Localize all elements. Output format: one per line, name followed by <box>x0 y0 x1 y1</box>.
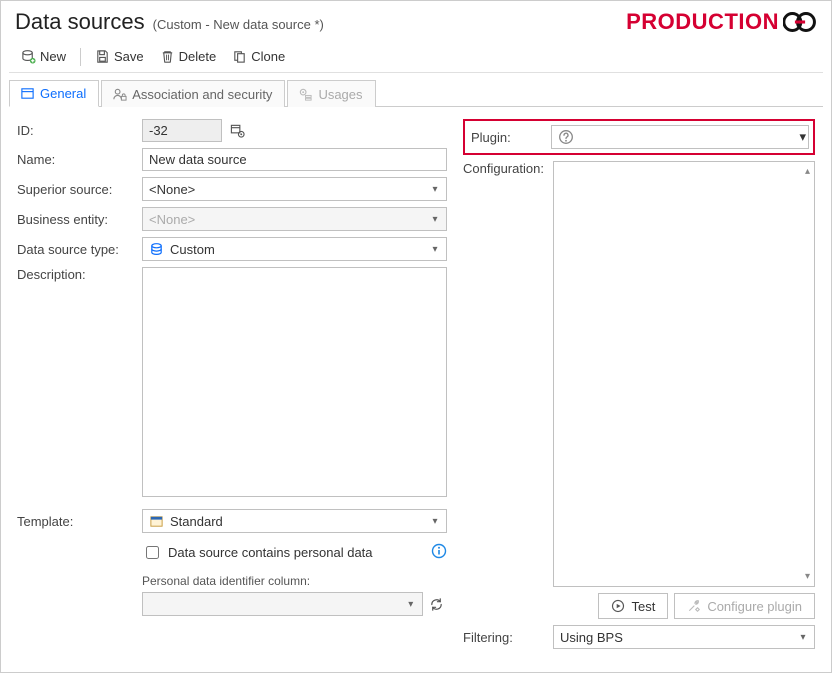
tools-icon <box>687 599 701 613</box>
id-label: ID: <box>17 123 142 138</box>
tab-association[interactable]: Association and security <box>101 80 285 107</box>
trash-icon <box>160 49 175 64</box>
personal-data-label: Data source contains personal data <box>168 545 373 560</box>
database-new-icon <box>21 49 36 64</box>
filter-combo[interactable]: Using BPS ▾ <box>553 625 815 649</box>
left-column: ID: Name: Superior source: <None> ▾ Busi… <box>17 119 447 655</box>
toolbar: New Save Delete Clone <box>9 43 823 73</box>
refresh-button[interactable] <box>427 593 447 615</box>
plugin-label: Plugin: <box>471 130 551 145</box>
tab-general[interactable]: General <box>9 80 99 107</box>
page-title: Data sources <box>15 9 145 35</box>
environment-badge: PRODUCTION <box>626 9 779 35</box>
chevron-down-icon: ▾ <box>402 599 420 610</box>
plugin-row-highlight: Plugin: ▾ <box>463 119 815 155</box>
play-icon <box>611 599 625 613</box>
save-icon <box>95 49 110 64</box>
template-icon <box>149 514 164 529</box>
name-label: Name: <box>17 152 142 167</box>
desc-label: Description: <box>17 267 142 282</box>
form-area: ID: Name: Superior source: <None> ▾ Busi… <box>9 107 823 663</box>
page-subtitle: (Custom - New data source *) <box>153 17 324 32</box>
chevron-down-icon: ▾ <box>794 632 812 643</box>
chevron-down-icon: ▾ <box>426 214 444 225</box>
entity-combo: <None> ▾ <box>142 207 447 231</box>
save-button[interactable]: Save <box>89 47 150 66</box>
chevron-down-icon: ▾ <box>426 516 444 527</box>
description-field[interactable] <box>142 267 447 497</box>
gear-layers-icon <box>298 87 313 102</box>
superior-combo[interactable]: <None> ▾ <box>142 177 447 201</box>
clone-button[interactable]: Clone <box>226 47 291 66</box>
tab-strip: General Association and security Usages <box>9 79 823 107</box>
chevron-down-icon: ▾ <box>426 244 444 255</box>
new-button[interactable]: New <box>15 47 72 66</box>
template-combo[interactable]: Standard ▾ <box>142 509 447 533</box>
personal-id-label: Personal data identifier column: <box>142 574 447 588</box>
scroll-up-icon: ▴ <box>805 166 810 177</box>
scroll-down-icon: ▾ <box>805 571 810 582</box>
tab-usages[interactable]: Usages <box>287 80 375 107</box>
type-combo[interactable]: Custom ▾ <box>142 237 447 261</box>
help-icon <box>558 129 574 145</box>
name-field[interactable] <box>142 148 447 171</box>
database-custom-icon <box>149 242 164 257</box>
test-button[interactable]: Test <box>598 593 668 619</box>
entity-label: Business entity: <box>17 212 142 227</box>
right-column: Plugin: ▾ Configuration: ▴ ▾ Test <box>463 119 815 655</box>
configuration-area[interactable]: ▴ ▾ <box>553 161 815 587</box>
id-link-button[interactable] <box>226 120 248 142</box>
personal-id-combo: ▾ <box>142 592 423 616</box>
personal-data-checkbox[interactable] <box>146 546 159 559</box>
info-icon[interactable] <box>431 543 447 562</box>
window-icon <box>20 86 35 101</box>
config-label: Configuration: <box>463 161 553 176</box>
template-label: Template: <box>17 514 142 529</box>
window-gear-icon <box>230 123 245 138</box>
superior-label: Superior source: <box>17 182 142 197</box>
configure-plugin-button: Configure plugin <box>674 593 815 619</box>
chevron-down-icon: ▾ <box>799 129 806 145</box>
refresh-icon <box>429 597 444 612</box>
page-header: Data sources (Custom - New data source *… <box>9 9 823 43</box>
clone-icon <box>232 49 247 64</box>
delete-button[interactable]: Delete <box>154 47 223 66</box>
person-lock-icon <box>112 87 127 102</box>
filter-label: Filtering: <box>463 630 553 645</box>
plugin-combo[interactable]: ▾ <box>551 125 809 149</box>
logo-icon <box>783 9 817 35</box>
type-label: Data source type: <box>17 242 142 257</box>
chevron-down-icon: ▾ <box>426 184 444 195</box>
id-field <box>142 119 222 142</box>
